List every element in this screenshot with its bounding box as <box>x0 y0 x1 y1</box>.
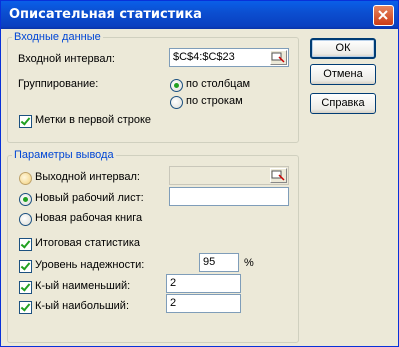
ok-button[interactable]: ОК <box>310 38 376 59</box>
dialog-body: Входные данные Входной интервал: $C$4:$C… <box>1 29 398 346</box>
output-range-label[interactable]: Выходной интервал: <box>35 171 140 183</box>
labels-first-row-label[interactable]: Метки в первой строке <box>35 114 151 126</box>
confidence-checkbox[interactable] <box>19 260 32 273</box>
new-book-label[interactable]: Новая рабочая книга <box>35 212 142 224</box>
group-by-rows-label[interactable]: по строкам <box>186 95 243 107</box>
new-sheet-field[interactable] <box>169 187 289 206</box>
output-group-legend: Параметры вывода <box>14 149 114 161</box>
help-button[interactable]: Справка <box>310 93 376 114</box>
confidence-unit: % <box>244 257 254 269</box>
kth-smallest-field[interactable]: 2 <box>166 274 241 293</box>
group-by-rows-radio[interactable] <box>170 96 183 109</box>
input-range-picker-button[interactable] <box>270 50 287 65</box>
group-by-columns-label[interactable]: по столбцам <box>186 78 250 90</box>
new-sheet-label[interactable]: Новый рабочий лист: <box>35 192 144 204</box>
summary-stats-checkbox[interactable] <box>19 238 32 251</box>
new-book-radio[interactable] <box>19 213 32 226</box>
output-range-picker-button[interactable] <box>270 168 287 183</box>
new-sheet-radio[interactable] <box>19 193 32 206</box>
kth-largest-checkbox[interactable] <box>19 301 32 314</box>
group-by-columns-radio[interactable] <box>170 79 183 92</box>
range-select-icon <box>271 52 285 63</box>
input-range-field[interactable]: $C$4:$C$23 <box>169 48 289 67</box>
output-range-radio[interactable] <box>19 172 32 185</box>
close-button[interactable] <box>373 5 394 26</box>
descriptive-statistics-dialog: Описательная статистика Входные данные В… <box>0 0 399 347</box>
range-select-icon <box>271 170 285 181</box>
cancel-button[interactable]: Отмена <box>310 64 376 85</box>
kth-largest-field[interactable]: 2 <box>166 294 241 313</box>
output-range-field[interactable] <box>169 166 289 185</box>
title-bar[interactable]: Описательная статистика <box>1 1 398 29</box>
confidence-value: 95 <box>203 256 216 268</box>
kth-smallest-checkbox[interactable] <box>19 281 32 294</box>
kth-largest-value: 2 <box>170 297 177 309</box>
close-icon <box>378 10 388 20</box>
kth-smallest-label[interactable]: К-ый наименьший: <box>35 280 130 292</box>
input-range-label: Входной интервал: <box>18 53 115 65</box>
summary-stats-label[interactable]: Итоговая статистика <box>35 237 140 249</box>
input-range-value: $C$4:$C$23 <box>173 51 235 63</box>
kth-smallest-value: 2 <box>170 277 177 289</box>
dialog-title: Описательная статистика <box>9 7 202 22</box>
confidence-field[interactable]: 95 <box>199 253 239 272</box>
input-group-legend: Входные данные <box>14 31 101 43</box>
kth-largest-label[interactable]: К-ый наибольший: <box>35 300 129 312</box>
confidence-label[interactable]: Уровень надежности: <box>35 259 144 271</box>
grouping-label: Группирование: <box>18 78 99 90</box>
labels-first-row-checkbox[interactable] <box>19 115 32 128</box>
